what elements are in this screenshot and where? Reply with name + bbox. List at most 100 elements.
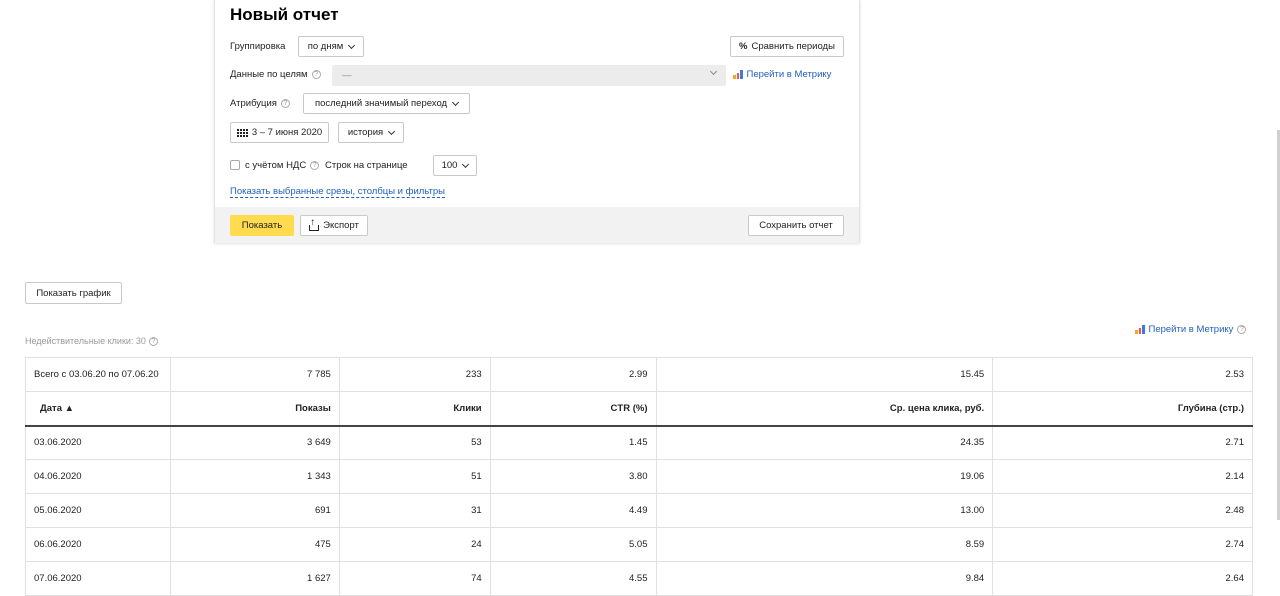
report-settings-panel: Новый отчет Группировка по дням % Сравни… [214,0,860,243]
table-row: 05.06.2020 691 31 4.49 13.00 2.48 [25,493,1253,528]
attribution-value: последний значимый переход [314,98,448,109]
table-cell: 53 [338,425,491,460]
go-to-metrika-link[interactable]: Перейти в Метрику [733,69,831,80]
column-header[interactable]: Клики [338,391,491,427]
table-cell: 07.06.2020 [25,561,171,596]
table-cell: 2.14 [992,459,1253,494]
vat-checkbox[interactable] [230,160,240,170]
table-cell: Всего с 03.06.20 по 07.06.20 [25,357,171,392]
table-cell: 2.53 [992,357,1253,392]
help-icon[interactable]: ? [1237,325,1247,334]
table-cell: 1.45 [489,425,657,460]
chevron-down-icon [348,41,356,49]
export-icon [309,217,320,231]
table-cell: 24.35 [655,425,994,460]
attribution-label-group: Атрибуция ? [230,98,290,109]
history-select[interactable]: история [338,122,404,143]
totals-row: Всего с 03.06.20 по 07.06.20 7 785 233 2.99… [25,357,1253,392]
table-cell: 1 627 [169,561,340,596]
column-header[interactable]: Показы [169,391,340,427]
chevron-down-icon [452,98,460,106]
table-cell: 7 785 [169,357,340,392]
help-icon[interactable]: ? [148,336,158,346]
table-cell: 05.06.2020 [25,493,171,528]
table-cell: 04.06.2020 [25,459,171,494]
go-to-metrika-link-right[interactable]: Перейти в Метрику ? [1135,324,1247,335]
table-cell: 3.80 [489,459,657,494]
help-icon[interactable]: ? [310,161,320,170]
table-cell: 24 [338,527,491,562]
date-range-picker[interactable]: 3 – 7 июня 2020 [230,122,329,143]
metrika-logo-icon [1135,325,1145,334]
table-cell: 2.64 [992,561,1253,596]
statistics-table: Всего с 03.06.20 по 07.06.20 7 785 233 2.99… [25,357,1253,596]
column-header[interactable]: Ср. цена клика, руб. [655,391,994,427]
go-to-metrika-label: Перейти в Метрику [746,69,832,80]
export-label: Экспорт [323,220,359,231]
calendar-icon [236,128,248,137]
compare-periods-label: Сравнить периоды [751,41,835,52]
save-report-button[interactable]: Сохранить отчет [748,215,844,236]
table-row: 07.06.2020 1 627 74 4.55 9.84 2.64 [25,561,1253,596]
table-cell: 9.84 [655,561,994,596]
export-button[interactable]: Экспорт [300,215,368,236]
metrika-logo-icon [733,70,743,79]
table-cell: 03.06.2020 [25,425,171,460]
page-title: Новый отчет [230,5,339,24]
header-row: Дата ▲ Показы Клики CTR (%) Ср. цена клика, … [25,391,1253,427]
rows-per-page-label: Строк на странице [325,160,408,171]
table-cell: 74 [338,561,491,596]
rows-per-page-select[interactable]: 100 [433,155,477,176]
invalid-clicks-info: Недействительные клики: 30 ? [25,336,158,346]
date-range-value: 3 – 7 июня 2020 [251,127,323,138]
table-cell: 475 [169,527,340,562]
table-cell: 2.71 [992,425,1253,460]
show-chart-button[interactable]: Показать график [25,282,122,304]
chevron-down-icon [462,160,470,168]
table-row: 03.06.2020 3 649 53 1.45 24.35 2.71 [25,425,1253,460]
table-cell: 2.74 [992,527,1253,562]
show-button[interactable]: Показать [230,215,294,236]
table-cell: 8.59 [655,527,994,562]
help-icon[interactable]: ? [311,70,321,79]
rows-per-page-value: 100 [441,160,458,171]
table-cell: 13.00 [655,493,994,528]
goals-label: Данные по целям [230,69,308,80]
panel-footer: Показать Экспорт Сохранить отчет [215,207,859,243]
attribution-label: Атрибуция [230,98,277,109]
table-cell: 2.48 [992,493,1253,528]
grouping-value: по дням [307,41,344,52]
table-cell: 3 649 [169,425,340,460]
percent-icon: % [739,41,748,52]
chevron-down-icon [709,67,718,76]
table-cell: 4.55 [489,561,657,596]
table-cell: 233 [338,357,491,392]
column-header[interactable]: CTR (%) [489,391,657,427]
vat-label-group: с учётом НДС ? [245,160,320,171]
go-to-metrika-label: Перейти в Метрику [1148,324,1234,335]
help-icon[interactable]: ? [280,99,290,108]
table-row: 06.06.2020 475 24 5.05 8.59 2.74 [25,527,1253,562]
goals-select[interactable]: — [332,65,726,86]
table-cell: 15.45 [655,357,994,392]
vat-label: с учётом НДС [245,160,307,171]
column-header[interactable]: Глубина (стр.) [992,391,1253,427]
grouping-select[interactable]: по дням [298,36,364,57]
table-cell: 1 343 [169,459,340,494]
table-cell: 691 [169,493,340,528]
table-cell: 4.49 [489,493,657,528]
goals-label-group: Данные по целям ? [230,69,321,80]
goals-value: — [342,70,352,81]
table-cell: 06.06.2020 [25,527,171,562]
column-header[interactable]: Дата ▲ [25,391,171,427]
history-value: история [347,127,384,138]
attribution-select[interactable]: последний значимый переход [303,93,470,114]
show-cuts-link[interactable]: Показать выбранные срезы, столбцы и филь… [230,186,445,198]
table-cell: 19.06 [655,459,994,494]
table-cell: 31 [338,493,491,528]
table-cell: 5.05 [489,527,657,562]
grouping-label: Группировка [230,41,286,52]
table-row: 04.06.2020 1 343 51 3.80 19.06 2.14 [25,459,1253,494]
invalid-clicks-label: Недействительные клики: 30 [25,336,146,346]
compare-periods-button[interactable]: % Сравнить периоды [730,36,844,57]
